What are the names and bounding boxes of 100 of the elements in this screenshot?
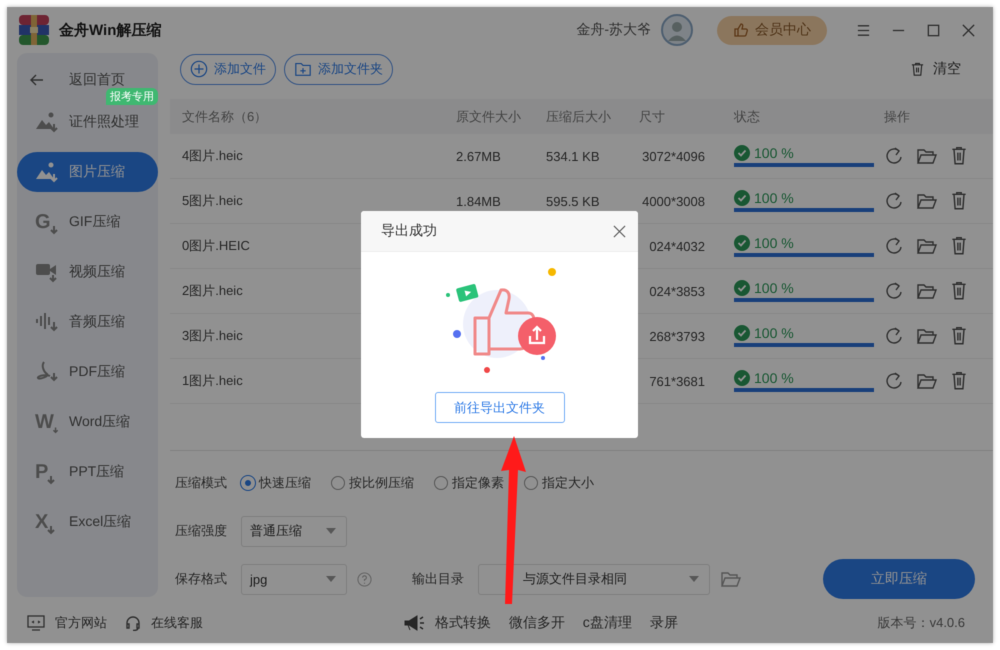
- sidebar-item[interactable]: X Excel压缩: [17, 502, 158, 542]
- output-folder-dropdown[interactable]: 与源文件目录相同: [478, 564, 710, 594]
- clear-button[interactable]: 清空: [904, 59, 967, 79]
- progress-percent: 100 %: [754, 325, 794, 341]
- add-folder-button[interactable]: 添加文件夹: [284, 54, 393, 84]
- sidebar-item[interactable]: PDF压缩: [17, 352, 158, 392]
- mode-radio-option[interactable]: 指定大小: [524, 474, 594, 492]
- mode-radio-option[interactable]: 指定像素: [434, 474, 504, 492]
- file-name-cell-text: 4图片.heic: [182, 147, 244, 165]
- redo-icon[interactable]: [884, 326, 904, 346]
- dimensions-cell: 3072*4096: [642, 148, 705, 164]
- progress-percent: 100 %: [754, 145, 794, 161]
- close-icon[interactable]: [961, 22, 976, 38]
- dialog-title: 导出成功: [381, 222, 437, 240]
- sidebar-item[interactable]: 证件照处理: [17, 102, 158, 142]
- column-header: 尺寸: [639, 108, 666, 126]
- folder-plus-icon: [294, 60, 312, 78]
- strength-dropdown[interactable]: 普通压缩: [241, 516, 347, 546]
- megaphone-icon: [402, 614, 425, 632]
- online-support-link[interactable]: 在线客服: [125, 614, 203, 632]
- progress-percent: 100 %: [754, 280, 794, 296]
- column-header: 文件名称（6）: [182, 108, 268, 126]
- check-circle-icon: [734, 235, 750, 251]
- user-name[interactable]: 金舟-苏大爷: [576, 21, 651, 39]
- column-header: 状态: [734, 108, 761, 126]
- file-name-cell-text: 5图片.heic: [182, 192, 244, 210]
- sidebar-item[interactable]: G GIF压缩: [17, 202, 158, 242]
- redo-icon[interactable]: [884, 236, 904, 256]
- column-header: 压缩后大小: [546, 108, 612, 126]
- file-name-cell-text: 0图片.HEIC: [182, 237, 251, 255]
- back-arrow-icon: [29, 72, 45, 88]
- progress-percent: 100 %: [754, 370, 794, 386]
- thumbs-up-icon: [733, 22, 749, 38]
- version-text: 版本号：v4.0.6: [878, 614, 966, 632]
- format-label: 保存格式: [175, 570, 227, 588]
- tool-link[interactable]: 格式转换: [434, 614, 491, 632]
- output-label: 输出目录: [412, 570, 464, 588]
- audio-bars-icon: [35, 310, 59, 334]
- sidebar-item[interactable]: P PPT压缩: [17, 452, 158, 492]
- trash-icon[interactable]: [950, 146, 968, 166]
- compress-now-button[interactable]: 立即压缩: [823, 559, 975, 599]
- trash-icon[interactable]: [950, 236, 968, 256]
- menu-icon[interactable]: [856, 22, 871, 38]
- mode-label: 压缩模式: [175, 474, 227, 492]
- caret-icon: [326, 528, 336, 534]
- check-circle-icon: [734, 145, 750, 161]
- caret-icon: [689, 576, 699, 582]
- format-dropdown[interactable]: jpg: [241, 564, 347, 594]
- official-website-link[interactable]: 官方网站: [27, 614, 107, 632]
- open-export-folder-button[interactable]: 前往导出文件夹: [434, 392, 564, 423]
- strength-label: 压缩强度: [175, 522, 227, 540]
- check-circle-icon: [734, 325, 750, 341]
- image-icon: [35, 160, 59, 184]
- app-logo-icon: [19, 15, 49, 45]
- close-icon[interactable]: [613, 224, 626, 238]
- sidebar-item[interactable]: 音频压缩: [17, 302, 158, 342]
- progress-percent: 100 %: [754, 190, 794, 206]
- sidebar-item[interactable]: W Word压缩: [17, 402, 158, 442]
- vip-center-button[interactable]: 会员中心: [717, 16, 827, 44]
- caret-icon: [326, 576, 336, 582]
- sidebar-item[interactable]: 视频压缩: [17, 252, 158, 292]
- pdf-icon: [35, 360, 59, 384]
- check-circle-icon: [734, 190, 750, 206]
- redo-icon[interactable]: [884, 146, 904, 166]
- compressed-size-cell: 534.1 KB: [546, 148, 600, 164]
- original-size-cell: 1.84MB: [456, 194, 501, 208]
- compressed-size-cell: 595.5 KB: [546, 194, 600, 208]
- maximize-icon[interactable]: [926, 22, 941, 38]
- trash-icon[interactable]: [950, 371, 968, 391]
- dimensions-cell: 024*4032: [649, 238, 705, 254]
- plus-circle-icon: [190, 60, 208, 78]
- sidebar-item[interactable]: 图片压缩: [17, 152, 158, 192]
- trash-icon[interactable]: [950, 191, 968, 211]
- trash-icon: [910, 62, 925, 76]
- check-circle-icon: [734, 370, 750, 386]
- dimensions-cell: 024*3853: [649, 284, 705, 298]
- tool-link[interactable]: c盘清理: [582, 614, 632, 632]
- redo-icon[interactable]: [884, 371, 904, 391]
- monitor-icon: [27, 615, 45, 631]
- dimensions-cell: 268*3793: [649, 328, 705, 344]
- check-circle-icon: [734, 280, 750, 296]
- tool-link[interactable]: 微信多开: [508, 614, 565, 632]
- mode-radio-option[interactable]: 快速压缩: [241, 474, 311, 492]
- tool-link[interactable]: 录屏: [650, 614, 678, 632]
- add-file-button[interactable]: 添加文件: [180, 54, 276, 84]
- dimensions-cell: 761*3681: [649, 374, 705, 388]
- file-name-cell-text: 3图片.heic: [182, 327, 244, 345]
- app-title: 金舟Win解压缩: [59, 20, 162, 40]
- file-name-cell-text: 2图片.heic: [182, 282, 244, 300]
- original-size-cell: 2.67MB: [456, 148, 501, 164]
- redo-icon[interactable]: [884, 191, 904, 211]
- dimensions-cell: 4000*3008: [642, 194, 705, 208]
- trash-icon[interactable]: [950, 281, 968, 301]
- file-name-cell-text: 1图片.heic: [182, 372, 244, 390]
- mode-radio-option[interactable]: 按比例压缩: [331, 474, 414, 492]
- redo-icon[interactable]: [884, 281, 904, 301]
- headset-icon: [125, 615, 141, 631]
- progress-percent: 100 %: [754, 235, 794, 251]
- image-icon: [35, 110, 59, 134]
- trash-icon[interactable]: [950, 326, 968, 346]
